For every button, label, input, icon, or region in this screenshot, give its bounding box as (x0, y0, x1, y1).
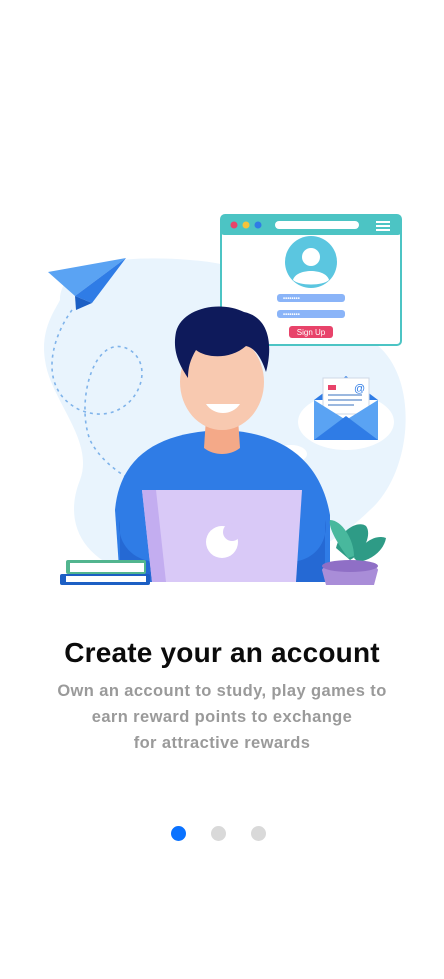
description-line: earn reward points to exchange (91, 708, 353, 726)
books-stack (60, 560, 150, 585)
svg-text:••••••••: •••••••• (283, 313, 300, 319)
onboarding-description: Own an account to study, play games to e… (30, 678, 414, 756)
description-line: Own an account to study, play games to (57, 682, 387, 700)
page-dot-2[interactable] (211, 826, 226, 841)
at-symbol: @ (354, 383, 365, 395)
page-indicator (0, 826, 444, 842)
plant-pot (322, 520, 386, 585)
laptop-icon (142, 490, 302, 582)
user-avatar-icon (285, 236, 337, 288)
description-line: for attractive rewards (133, 734, 311, 752)
page-dot-1[interactable] (171, 826, 186, 841)
page-dot-3[interactable] (251, 826, 266, 841)
svg-text:••••••••: •••••••• (283, 297, 300, 303)
signup-graphic-label: Sign Up (297, 328, 326, 337)
onboarding-title: Create your an account (64, 637, 380, 668)
onboarding-illustration: •••••••• •••••••• Sign Up @ (20, 200, 424, 585)
